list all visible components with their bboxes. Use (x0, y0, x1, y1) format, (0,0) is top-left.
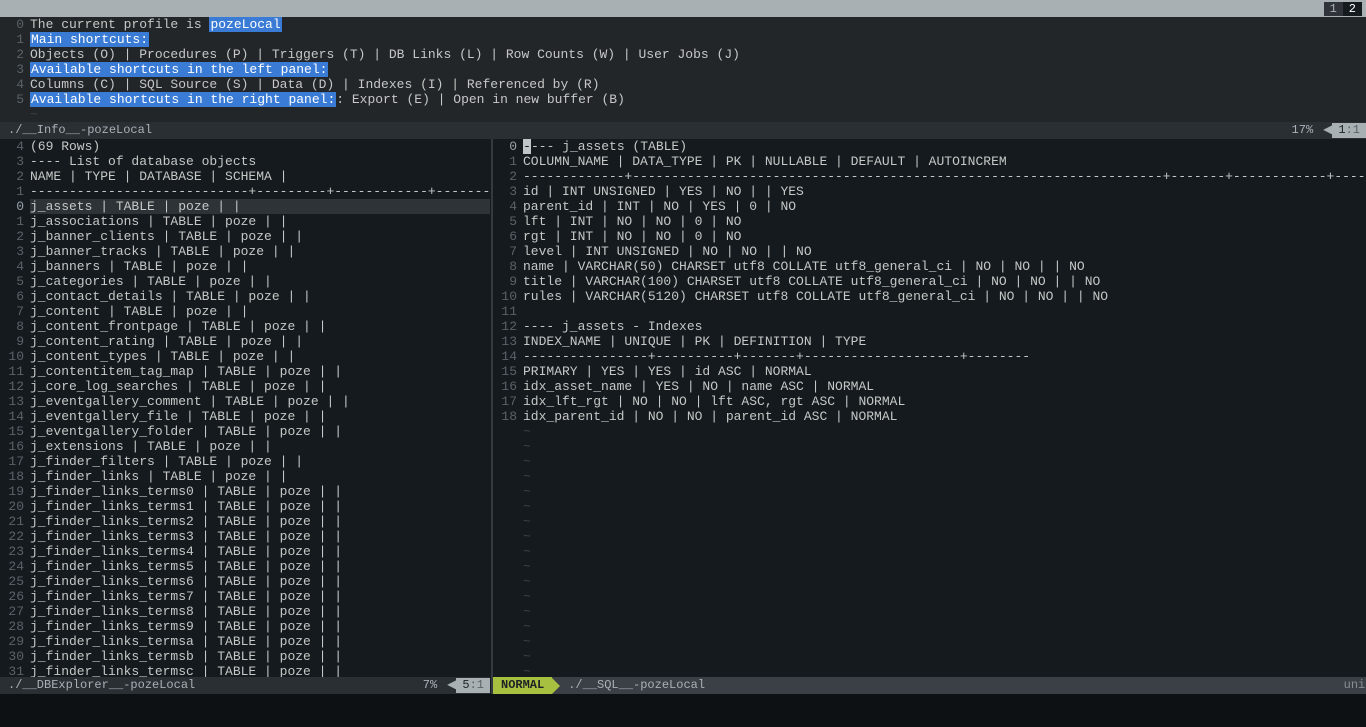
left-position: 5:1 (456, 678, 490, 693)
table-row[interactable]: j_finder_links_terms3 | TABLE | poze | | (30, 529, 490, 544)
table-row[interactable]: j_assets | TABLE | poze | | (30, 199, 490, 214)
tab-bar: 1 2 (0, 0, 1366, 17)
sql-line: ----------------+----------+-------+----… (523, 349, 1366, 364)
table-row[interactable]: j_contentitem_tag_map | TABLE | poze | | (30, 364, 490, 379)
sql-line: id | INT UNSIGNED | YES | NO | | YES (523, 184, 1366, 199)
info-percent: 17% (1282, 123, 1324, 138)
sql-line: lft | INT | NO | NO | 0 | NO (523, 214, 1366, 229)
table-row[interactable]: j_contact_details | TABLE | poze | | (30, 289, 490, 304)
table-row[interactable]: j_extensions | TABLE | poze | | (30, 439, 490, 454)
buffer-end-tilde: ~ (523, 514, 1366, 529)
right-path: ./__SQL__-pozeLocal (560, 677, 713, 694)
table-row[interactable]: j_finder_links_terms4 | TABLE | poze | | (30, 544, 490, 559)
sql-line (523, 304, 1366, 319)
buffer-end-tilde: ~ (523, 664, 1366, 677)
buffer-end-tilde: ~ (523, 544, 1366, 559)
sql-line: PRIMARY | YES | YES | id ASC | NORMAL (523, 364, 1366, 379)
table-row[interactable]: j_content_types | TABLE | poze | | (30, 349, 490, 364)
table-header: NAME | TYPE | DATABASE | SCHEMA | (30, 169, 490, 184)
sql-line: ---- j_assets (TABLE) (523, 139, 1366, 154)
buffer-end-tilde: ~ (30, 107, 1366, 122)
table-row[interactable]: j_finder_filters | TABLE | poze | | (30, 454, 490, 469)
sql-line: -------------+--------------------------… (523, 169, 1366, 184)
sql-line: rules | VARCHAR(5120) CHARSET utf8 COLLA… (523, 289, 1366, 304)
table-header: (69 Rows) (30, 139, 490, 154)
buffer-end-tilde: ~ (523, 634, 1366, 649)
table-row[interactable]: j_banners | TABLE | poze | | (30, 259, 490, 274)
sql-line: parent_id | INT | NO | YES | 0 | NO (523, 199, 1366, 214)
buffer-end-tilde: ~ (523, 589, 1366, 604)
buffer-end-tilde: ~ (523, 454, 1366, 469)
buffer-end-tilde: ~ (523, 469, 1366, 484)
table-row[interactable]: j_finder_links_terms0 | TABLE | poze | | (30, 484, 490, 499)
table-row[interactable]: j_banner_clients | TABLE | poze | | (30, 229, 490, 244)
table-row[interactable]: j_eventgallery_comment | TABLE | poze | … (30, 394, 490, 409)
info-line: Objects (O) | Procedures (P) | Triggers … (30, 47, 1366, 62)
buffer-end-tilde: ~ (523, 649, 1366, 664)
buffer-end-tilde: ~ (523, 619, 1366, 634)
table-row[interactable]: j_banner_tracks | TABLE | poze | | (30, 244, 490, 259)
table-row[interactable]: j_content_rating | TABLE | poze | | (30, 334, 490, 349)
table-row[interactable]: j_core_log_searches | TABLE | poze | | (30, 379, 490, 394)
buffer-end-tilde: ~ (523, 604, 1366, 619)
tab-other-indicator[interactable]: 1 (1324, 1, 1343, 17)
sql-line: name | VARCHAR(50) CHARSET utf8 COLLATE … (523, 259, 1366, 274)
info-line: Available shortcuts in the right panel::… (30, 92, 1366, 107)
table-row[interactable]: j_finder_links_terms6 | TABLE | poze | | (30, 574, 490, 589)
table-row[interactable]: j_finder_links_terms7 | TABLE | poze | | (30, 589, 490, 604)
sql-line: level | INT UNSIGNED | NO | NO | | NO (523, 244, 1366, 259)
table-row[interactable]: j_eventgallery_folder | TABLE | poze | | (30, 424, 490, 439)
table-row[interactable]: j_finder_links_termsb | TABLE | poze | | (30, 649, 490, 664)
table-row[interactable]: j_categories | TABLE | poze | | (30, 274, 490, 289)
buffer-end-tilde: ~ (523, 484, 1366, 499)
sql-line: ---- j_assets - Indexes (523, 319, 1366, 334)
table-row[interactable]: j_finder_links_terms9 | TABLE | poze | | (30, 619, 490, 634)
tab-current-indicator[interactable]: 2 (1343, 1, 1362, 17)
sql-pane[interactable]: 0---- j_assets (TABLE)1COLUMN_NAME | DAT… (493, 139, 1366, 694)
table-row[interactable]: j_finder_links_terms2 | TABLE | poze | | (30, 514, 490, 529)
info-pane: 0The current profile is pozeLocal1Main s… (0, 17, 1366, 139)
table-row[interactable]: j_content | TABLE | poze | | (30, 304, 490, 319)
buffer-end-tilde: ~ (523, 529, 1366, 544)
right-statusline: NORMAL ./__SQL__-pozeLocal ▶ unix ◀ txt … (493, 677, 1366, 694)
table-header: ---- List of database objects (30, 154, 490, 169)
sql-line: COLUMN_NAME | DATA_TYPE | PK | NULLABLE … (523, 154, 1366, 169)
table-row[interactable]: j_eventgallery_file | TABLE | poze | | (30, 409, 490, 424)
table-row[interactable]: j_finder_links_terms8 | TABLE | poze | | (30, 604, 490, 619)
sql-line: INDEX_NAME | UNIQUE | PK | DEFINITION | … (523, 334, 1366, 349)
info-position: 1:1 (1332, 123, 1366, 138)
buffer-end-tilde: ~ (523, 499, 1366, 514)
sql-line: idx_lft_rgt | NO | NO | lft ASC, rgt ASC… (523, 394, 1366, 409)
buffer-end-tilde: ~ (523, 424, 1366, 439)
table-row[interactable]: j_associations | TABLE | poze | | (30, 214, 490, 229)
left-percent: 7% (413, 678, 447, 693)
buffer-end-tilde: ~ (523, 574, 1366, 589)
split-panes: 4(69 Rows)3---- List of database objects… (0, 139, 1366, 694)
info-line: Columns (C) | SQL Source (S) | Data (D) … (30, 77, 1366, 92)
left-path: ./__DBExplorer__-pozeLocal (0, 677, 203, 694)
info-line: Available shortcuts in the left panel: (30, 62, 1366, 77)
table-row[interactable]: j_finder_links_termsc | TABLE | poze | | (30, 664, 490, 677)
info-path: ./__Info__-pozeLocal (0, 122, 160, 139)
info-statusline: ./__Info__-pozeLocal ▶ 17% ◀ 1:1 (0, 122, 1366, 139)
table-row[interactable]: j_finder_links_terms5 | TABLE | poze | | (30, 559, 490, 574)
table-row[interactable]: j_finder_links_terms1 | TABLE | poze | | (30, 499, 490, 514)
table-row[interactable]: j_finder_links | TABLE | poze | | (30, 469, 490, 484)
left-statusline: ./__DBExplorer__-pozeLocal ▶ 7% ◀ 5:1 (0, 677, 490, 694)
buffer-end-tilde: ~ (523, 559, 1366, 574)
sql-line: idx_parent_id | NO | NO | parent_id ASC … (523, 409, 1366, 424)
sql-line: rgt | INT | NO | NO | 0 | NO (523, 229, 1366, 244)
buffer-end-tilde: ~ (523, 439, 1366, 454)
vim-mode: NORMAL (493, 677, 552, 694)
info-line: Main shortcuts: (30, 32, 1366, 47)
table-row[interactable]: j_content_frontpage | TABLE | poze | | (30, 319, 490, 334)
db-explorer-pane[interactable]: 4(69 Rows)3---- List of database objects… (0, 139, 490, 694)
cursor: - (523, 139, 531, 154)
sql-line: title | VARCHAR(100) CHARSET utf8 COLLAT… (523, 274, 1366, 289)
sql-line: idx_asset_name | YES | NO | name ASC | N… (523, 379, 1366, 394)
table-row[interactable]: j_finder_links_termsa | TABLE | poze | | (30, 634, 490, 649)
fileformat: unix (1336, 678, 1366, 693)
table-header: ----------------------------+---------+-… (30, 184, 490, 199)
info-line: The current profile is pozeLocal (30, 17, 1366, 32)
